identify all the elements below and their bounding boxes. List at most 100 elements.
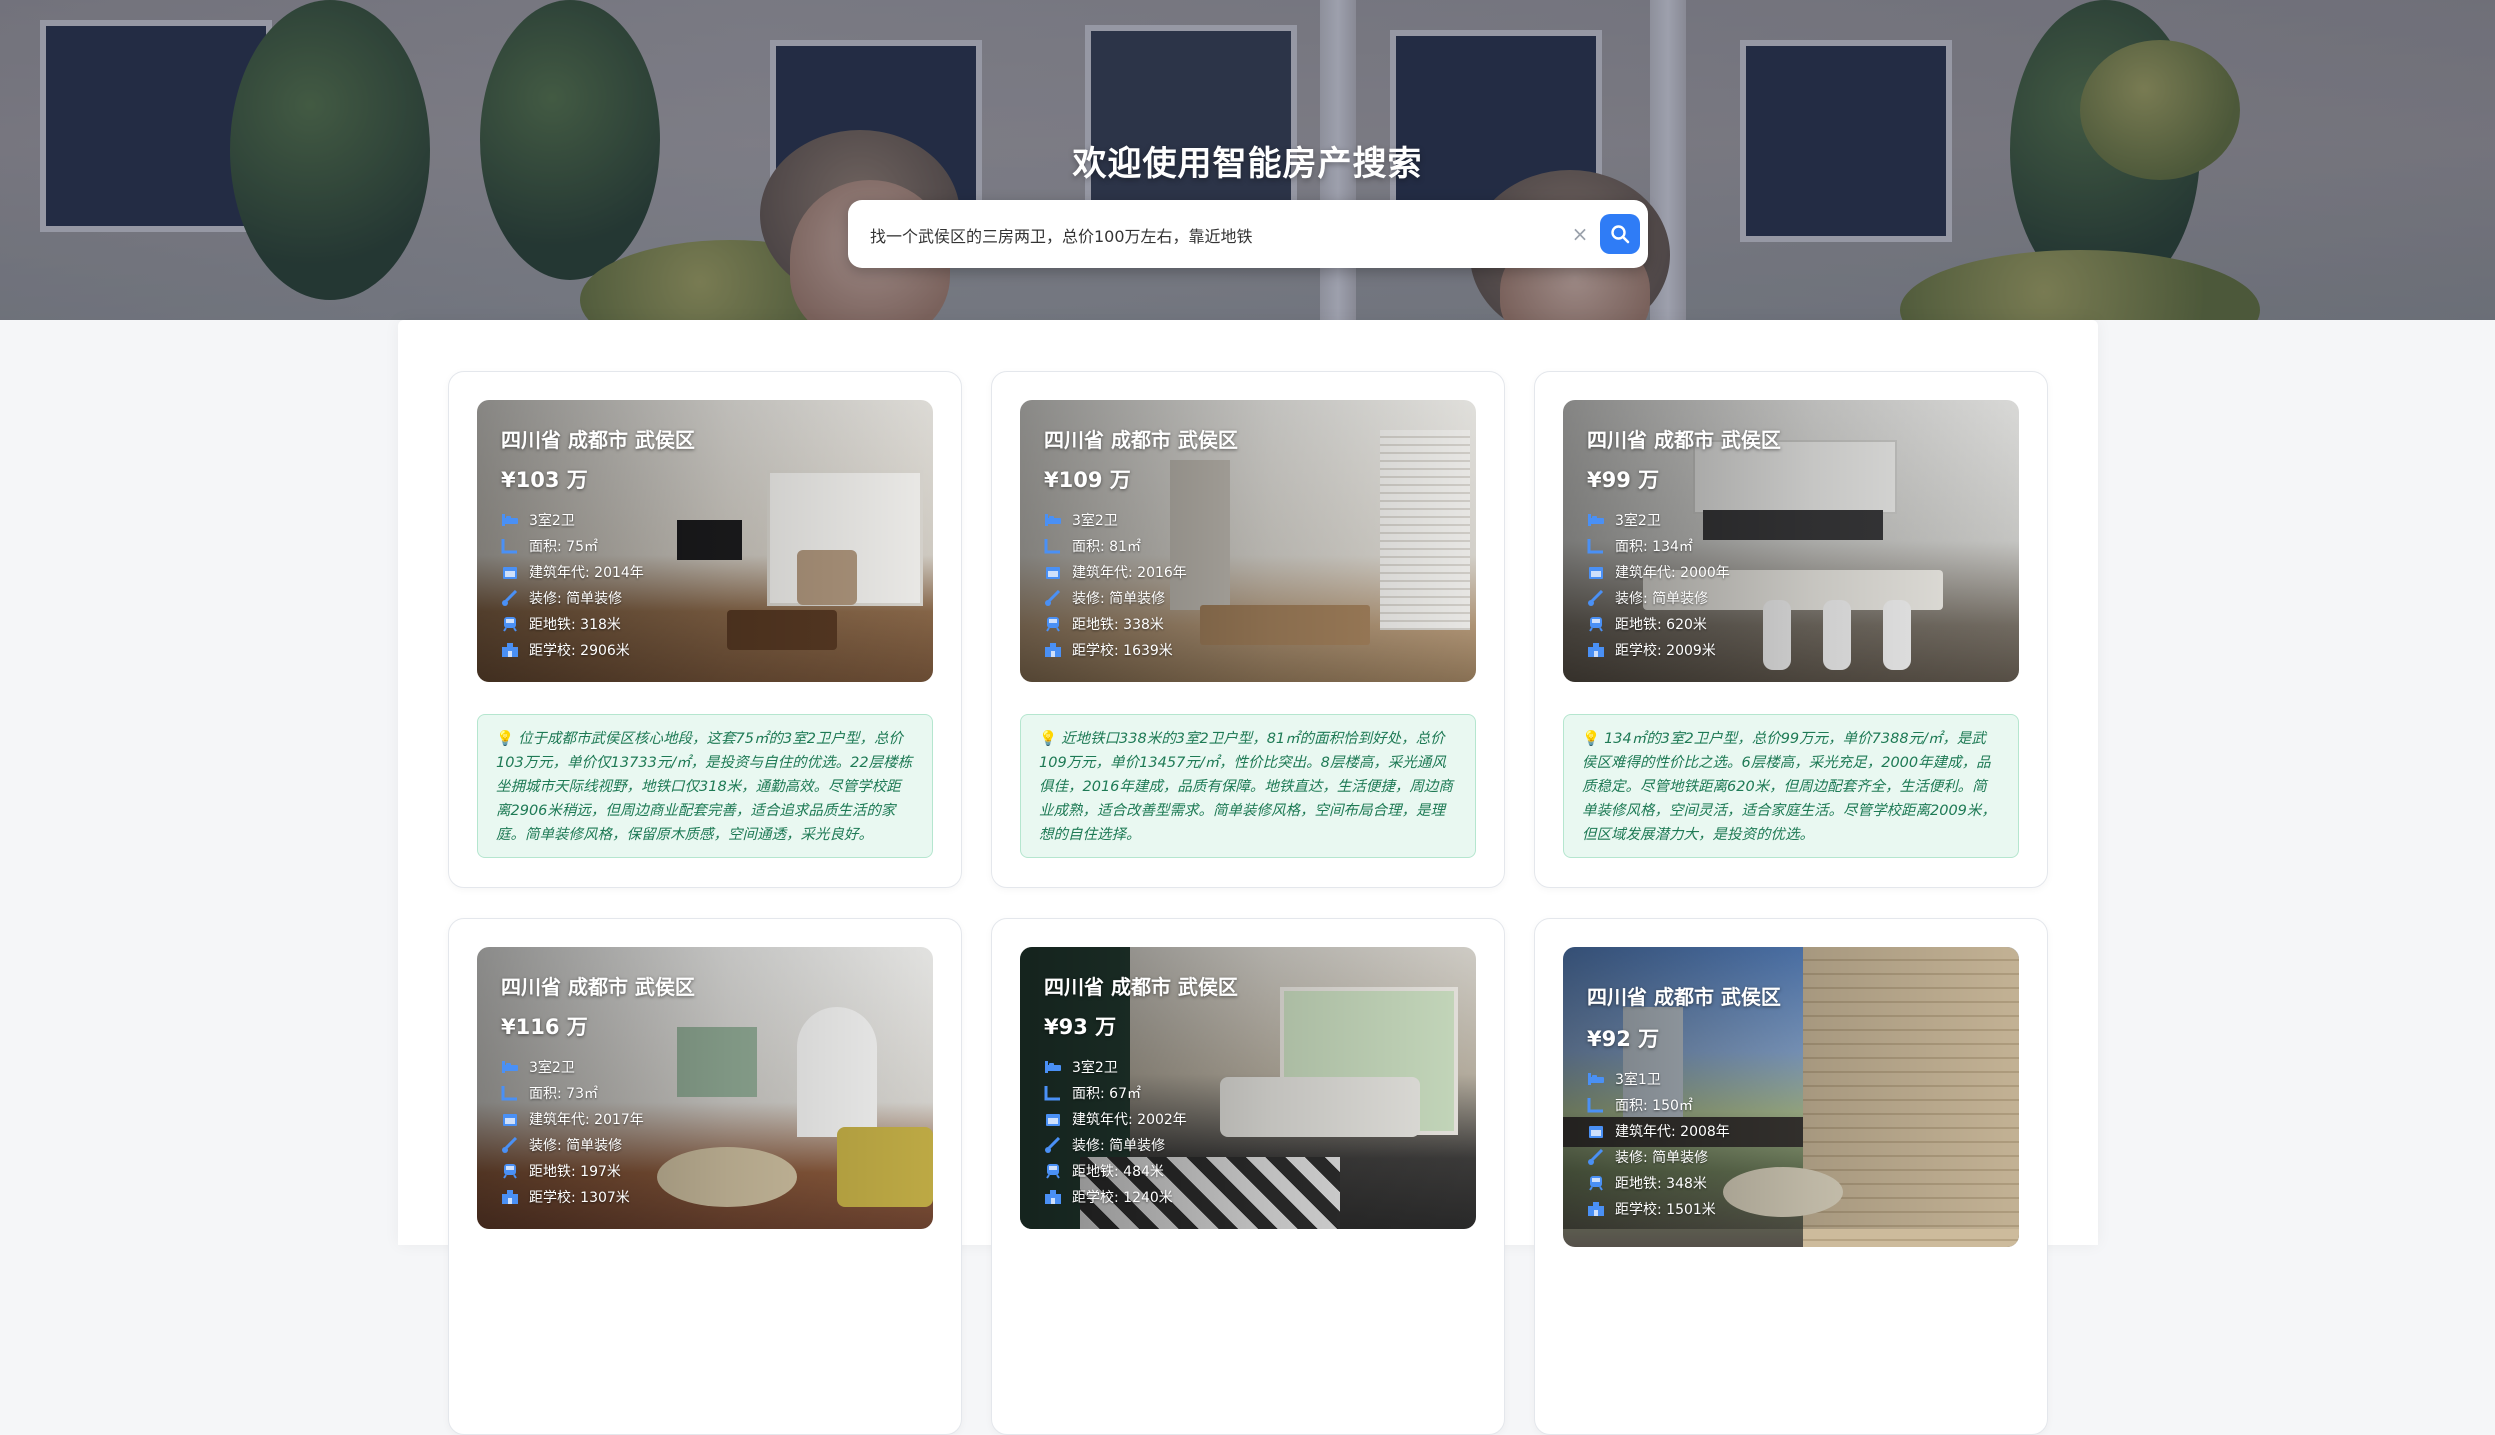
- area-icon: [1044, 1085, 1062, 1101]
- bed-icon: [501, 512, 519, 528]
- listing-photo: 四川省 成都市 武侯区 ¥116 万 3室2卫 面积: 73㎡ 建筑年代: 20…: [477, 947, 933, 1229]
- listing-price: ¥103 万: [501, 468, 588, 492]
- school-icon: [1587, 642, 1605, 658]
- feature-year: 建筑年代: 2002年: [1044, 1107, 1187, 1131]
- listing-photo: 四川省 成都市 武侯区 ¥93 万 3室2卫 面积: 67㎡ 建筑年代: 200…: [1020, 947, 1476, 1229]
- listing-card[interactable]: 四川省 成都市 武侯区 ¥103 万 3室2卫 面积: 75㎡ 建筑年代: 20…: [448, 371, 962, 888]
- school-icon: [1044, 642, 1062, 658]
- listing-description: 💡 134㎡的3室2卫户型，总价99万元，单价7388元/㎡，是武侯区难得的性价比…: [1563, 714, 2019, 858]
- feature-metro: 距地铁: 484米: [1044, 1159, 1164, 1183]
- clear-icon[interactable]: ×: [1568, 220, 1592, 248]
- feature-text: 装修: 简单装修: [1072, 1138, 1166, 1154]
- feature-text: 3室2卫: [529, 513, 575, 529]
- listing-price: ¥92 万: [1587, 1027, 1660, 1051]
- feature-metro: 距地铁: 620米: [1587, 612, 1707, 636]
- feature-text: 距学校: 2009米: [1615, 643, 1716, 659]
- feature-text: 装修: 简单装修: [1615, 1150, 1709, 1166]
- calendar-icon: [1587, 1123, 1605, 1139]
- lightbulb-icon: 💡: [1582, 731, 1601, 747]
- lightbulb-icon: 💡: [496, 731, 515, 747]
- feature-school: 距学校: 2906米: [501, 638, 630, 662]
- feature-layout: 3室2卫: [1044, 508, 1118, 532]
- feature-school: 距学校: 1501米: [1587, 1197, 1716, 1221]
- listing-card[interactable]: 四川省 成都市 武侯区 ¥92 万 3室1卫 面积: 150㎡ 建筑年代: 20…: [1534, 918, 2048, 1435]
- calendar-icon: [501, 1111, 519, 1127]
- feature-school: 距学校: 1240米: [1044, 1185, 1173, 1209]
- school-icon: [501, 642, 519, 658]
- subway-icon: [501, 616, 519, 632]
- feature-text: 建筑年代: 2017年: [529, 1112, 644, 1128]
- bed-icon: [501, 1059, 519, 1075]
- feature-text: 面积: 73㎡: [529, 1086, 598, 1102]
- bed-icon: [1044, 512, 1062, 528]
- feature-text: 建筑年代: 2000年: [1615, 565, 1730, 581]
- feature-area: 面积: 150㎡: [1587, 1093, 1693, 1117]
- feature-decoration: 装修: 简单装修: [1587, 586, 1708, 610]
- feature-year: 建筑年代: 2000年: [1587, 560, 1730, 584]
- feature-text: 距学校: 1501米: [1615, 1202, 1716, 1218]
- listing-location: 四川省 成都市 武侯区: [1587, 985, 1781, 1009]
- feature-text: 距地铁: 197米: [529, 1164, 621, 1180]
- listing-photo: 四川省 成都市 武侯区 ¥99 万 3室2卫 面积: 134㎡ 建筑年代: 20…: [1563, 400, 2019, 682]
- feature-layout: 3室2卫: [501, 508, 575, 532]
- feature-layout: 3室2卫: [1044, 1055, 1118, 1079]
- feature-text: 距地铁: 318米: [529, 617, 621, 633]
- feature-text: 距学校: 1240米: [1072, 1190, 1173, 1206]
- feature-area: 面积: 81㎡: [1044, 534, 1141, 558]
- listing-card[interactable]: 四川省 成都市 武侯区 ¥99 万 3室2卫 面积: 134㎡ 建筑年代: 20…: [1534, 371, 2048, 888]
- subway-icon: [501, 1163, 519, 1179]
- description-text: 近地铁口338米的3室2卫户型，81㎡的面积恰到好处，总价109万元，单价134…: [1039, 731, 1453, 843]
- lightbulb-icon: 💡: [1039, 731, 1058, 747]
- feature-text: 装修: 简单装修: [1615, 591, 1709, 607]
- listing-photo: 四川省 成都市 武侯区 ¥92 万 3室1卫 面积: 150㎡ 建筑年代: 20…: [1563, 947, 2019, 1247]
- search-icon: [1611, 225, 1630, 244]
- listing-card[interactable]: 四川省 成都市 武侯区 ¥93 万 3室2卫 面积: 67㎡ 建筑年代: 200…: [991, 918, 1505, 1435]
- area-icon: [1587, 1097, 1605, 1113]
- listing-card[interactable]: 四川省 成都市 武侯区 ¥109 万 3室2卫 面积: 81㎡ 建筑年代: 20…: [991, 371, 1505, 888]
- listing-photo: 四川省 成都市 武侯区 ¥103 万 3室2卫 面积: 75㎡ 建筑年代: 20…: [477, 400, 933, 682]
- feature-text: 装修: 简单装修: [1072, 591, 1166, 607]
- area-icon: [501, 1085, 519, 1101]
- listing-location: 四川省 成都市 武侯区: [501, 428, 695, 452]
- results-panel: 四川省 成都市 武侯区 ¥103 万 3室2卫 面积: 75㎡ 建筑年代: 20…: [398, 320, 2098, 1435]
- listing-description: 💡 近地铁口338米的3室2卫户型，81㎡的面积恰到好处，总价109万元，单价13…: [1020, 714, 1476, 858]
- feature-area: 面积: 134㎡: [1587, 534, 1693, 558]
- feature-area: 面积: 73㎡: [501, 1081, 598, 1105]
- feature-decoration: 装修: 简单装修: [501, 586, 622, 610]
- listing-location: 四川省 成都市 武侯区: [1044, 975, 1238, 999]
- calendar-icon: [501, 564, 519, 580]
- feature-text: 建筑年代: 2002年: [1072, 1112, 1187, 1128]
- feature-decoration: 装修: 简单装修: [501, 1133, 622, 1157]
- calendar-icon: [1044, 1111, 1062, 1127]
- feature-text: 装修: 简单装修: [529, 1138, 623, 1154]
- area-icon: [1044, 538, 1062, 554]
- page-title: 欢迎使用智能房产搜索: [1072, 144, 1423, 184]
- hero-banner: 欢迎使用智能房产搜索 ×: [0, 0, 2495, 320]
- feature-school: 距学校: 1307米: [501, 1185, 630, 1209]
- feature-year: 建筑年代: 2014年: [501, 560, 644, 584]
- school-icon: [501, 1189, 519, 1205]
- bed-icon: [1587, 1071, 1605, 1087]
- feature-text: 3室1卫: [1615, 1072, 1661, 1088]
- feature-text: 距地铁: 620米: [1615, 617, 1707, 633]
- feature-text: 面积: 150㎡: [1615, 1098, 1693, 1114]
- subway-icon: [1044, 1163, 1062, 1179]
- feature-text: 距学校: 1639米: [1072, 643, 1173, 659]
- feature-text: 面积: 134㎡: [1615, 539, 1693, 555]
- listing-price: ¥109 万: [1044, 468, 1131, 492]
- calendar-icon: [1044, 564, 1062, 580]
- subway-icon: [1044, 616, 1062, 632]
- listing-card[interactable]: 四川省 成都市 武侯区 ¥116 万 3室2卫 面积: 73㎡ 建筑年代: 20…: [448, 918, 962, 1435]
- search-bar: ×: [848, 200, 1648, 268]
- brush-icon: [1044, 590, 1062, 606]
- feature-text: 距地铁: 338米: [1072, 617, 1164, 633]
- feature-metro: 距地铁: 197米: [501, 1159, 621, 1183]
- subway-icon: [1587, 616, 1605, 632]
- feature-layout: 3室2卫: [501, 1055, 575, 1079]
- search-input[interactable]: [868, 214, 1552, 256]
- bed-icon: [1044, 1059, 1062, 1075]
- feature-metro: 距地铁: 318米: [501, 612, 621, 636]
- search-button[interactable]: [1600, 214, 1640, 254]
- brush-icon: [1587, 1149, 1605, 1165]
- brush-icon: [501, 590, 519, 606]
